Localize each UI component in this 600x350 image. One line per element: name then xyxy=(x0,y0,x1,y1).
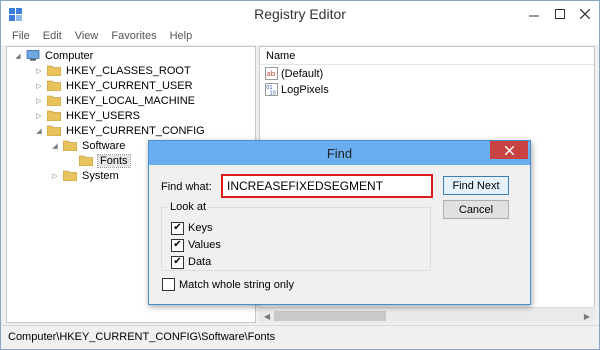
find-next-button[interactable]: Find Next xyxy=(443,176,509,195)
check-icon: ✔ xyxy=(173,256,182,267)
find-dialog: Find Find what: Find Next Cancel Look at… xyxy=(148,140,531,305)
close-button[interactable] xyxy=(571,3,599,25)
tree-label: Fonts xyxy=(97,153,131,168)
tree-label: HKEY_CURRENT_CONFIG xyxy=(66,124,205,137)
folder-icon xyxy=(79,155,93,166)
scroll-thumb[interactable] xyxy=(274,311,386,321)
data-label: Data xyxy=(188,256,212,268)
folder-icon xyxy=(47,95,61,106)
folder-icon xyxy=(47,80,61,91)
close-icon xyxy=(580,9,590,19)
match-whole-checkbox[interactable] xyxy=(162,278,175,291)
folder-icon xyxy=(63,140,77,151)
dialog-title-bar[interactable]: Find xyxy=(149,141,530,165)
menu-file[interactable]: File xyxy=(1,29,35,45)
tree-label: HKEY_USERS xyxy=(66,109,140,122)
look-at-label: Look at xyxy=(168,201,209,213)
tree-label: HKEY_LOCAL_MACHINE xyxy=(66,94,195,107)
scroll-right-icon[interactable]: ▶ xyxy=(581,311,593,321)
look-at-group: Look at ✔ Keys ✔ Values ✔ Data xyxy=(161,201,431,271)
status-path: Computer\HKEY_CURRENT_CONFIG\Software\Fo… xyxy=(8,331,276,343)
tree-item-software[interactable]: ◢ Software xyxy=(50,138,125,153)
title-bar[interactable]: Registry Editor xyxy=(1,1,599,29)
find-what-input[interactable] xyxy=(221,174,433,198)
find-what-label: Find what: xyxy=(161,181,212,193)
dialog-title: Find xyxy=(326,146,353,161)
binary-value-icon: 01 10 xyxy=(265,83,278,96)
menu-edit[interactable]: Edit xyxy=(35,29,67,45)
tree-item-hkey-users[interactable]: ▷ HKEY_USERS xyxy=(34,108,140,123)
tree-label: Software xyxy=(82,139,126,152)
menu-bar: File Edit View Favorites Help xyxy=(1,29,599,45)
expand-arrow-icon[interactable]: ▷ xyxy=(34,81,44,91)
cancel-button[interactable]: Cancel xyxy=(443,200,509,219)
tree-item-system[interactable]: ▷ System xyxy=(50,168,119,183)
status-bar: Computer\HKEY_CURRENT_CONFIG\Software\Fo… xyxy=(1,325,599,349)
match-whole-label: Match whole string only xyxy=(179,278,294,291)
value-name: LogPixels xyxy=(281,83,329,96)
menu-view[interactable]: View xyxy=(67,29,104,45)
expand-arrow-icon[interactable]: ▷ xyxy=(34,66,44,76)
values-label: Values xyxy=(188,239,221,251)
horizontal-scrollbar[interactable]: ◀ ▶ xyxy=(259,307,595,323)
tree-item-hkey-local-machine[interactable]: ▷ HKEY_LOCAL_MACHINE xyxy=(34,93,195,108)
data-checkbox[interactable]: ✔ xyxy=(171,255,184,269)
column-name[interactable]: Name xyxy=(266,50,295,62)
tree-item-hkey-current-config[interactable]: ◢ HKEY_CURRENT_CONFIG xyxy=(34,123,205,138)
column-header: Name xyxy=(260,47,594,65)
svg-text:ab: ab xyxy=(267,70,276,78)
check-icon: ✔ xyxy=(173,239,182,250)
maximize-button[interactable] xyxy=(546,3,574,25)
tree-label: HKEY_CLASSES_ROOT xyxy=(66,64,191,77)
tree-label: System xyxy=(82,169,119,182)
minimize-icon xyxy=(529,15,539,17)
computer-icon xyxy=(26,50,40,61)
folder-icon xyxy=(63,170,77,181)
keys-checkbox[interactable]: ✔ xyxy=(171,221,184,235)
minimize-button[interactable] xyxy=(520,3,548,25)
registry-editor-window: Registry Editor File Edit View Favorites… xyxy=(0,0,600,350)
tree-label: Computer xyxy=(45,49,94,62)
tree-item-fonts[interactable]: Fonts xyxy=(66,153,131,168)
collapse-arrow-icon[interactable]: ◢ xyxy=(13,51,23,61)
expand-arrow-icon[interactable]: ▷ xyxy=(34,96,44,106)
window-title: Registry Editor xyxy=(254,6,346,22)
value-row-logpixels[interactable]: 01 10 LogPixels xyxy=(265,82,329,97)
string-value-icon: ab xyxy=(265,67,278,80)
check-icon: ✔ xyxy=(173,222,182,233)
svg-text:10: 10 xyxy=(270,91,276,97)
data-checkbox-row[interactable]: ✔ Data xyxy=(171,255,211,269)
value-row-default[interactable]: ab (Default) xyxy=(265,66,323,81)
keys-label: Keys xyxy=(188,222,213,234)
values-checkbox[interactable]: ✔ xyxy=(171,238,184,252)
tree-item-hkey-classes-root[interactable]: ▷ HKEY_CLASSES_ROOT xyxy=(34,63,191,78)
collapse-arrow-icon[interactable]: ◢ xyxy=(34,126,44,136)
expand-arrow-icon[interactable]: ▷ xyxy=(50,171,60,181)
close-icon xyxy=(504,145,514,155)
tree-item-hkey-current-user[interactable]: ▷ HKEY_CURRENT_USER xyxy=(34,78,193,93)
menu-help[interactable]: Help xyxy=(162,29,198,45)
folder-icon xyxy=(47,110,61,121)
tree-label: HKEY_CURRENT_USER xyxy=(66,79,193,92)
match-whole-row[interactable]: Match whole string only xyxy=(162,278,294,291)
keys-checkbox-row[interactable]: ✔ Keys xyxy=(171,221,212,235)
scroll-left-icon[interactable]: ◀ xyxy=(261,311,273,321)
dialog-close-button[interactable] xyxy=(490,141,528,159)
values-checkbox-row[interactable]: ✔ Values xyxy=(171,238,221,252)
menu-favorites[interactable]: Favorites xyxy=(103,29,161,45)
expand-arrow-icon[interactable]: ▷ xyxy=(34,111,44,121)
folder-icon xyxy=(47,65,61,76)
folder-icon xyxy=(47,125,61,136)
tree-item-computer[interactable]: ◢ Computer xyxy=(13,48,93,63)
maximize-icon xyxy=(555,9,565,19)
value-name: (Default) xyxy=(281,67,324,80)
collapse-arrow-icon[interactable]: ◢ xyxy=(50,141,60,151)
